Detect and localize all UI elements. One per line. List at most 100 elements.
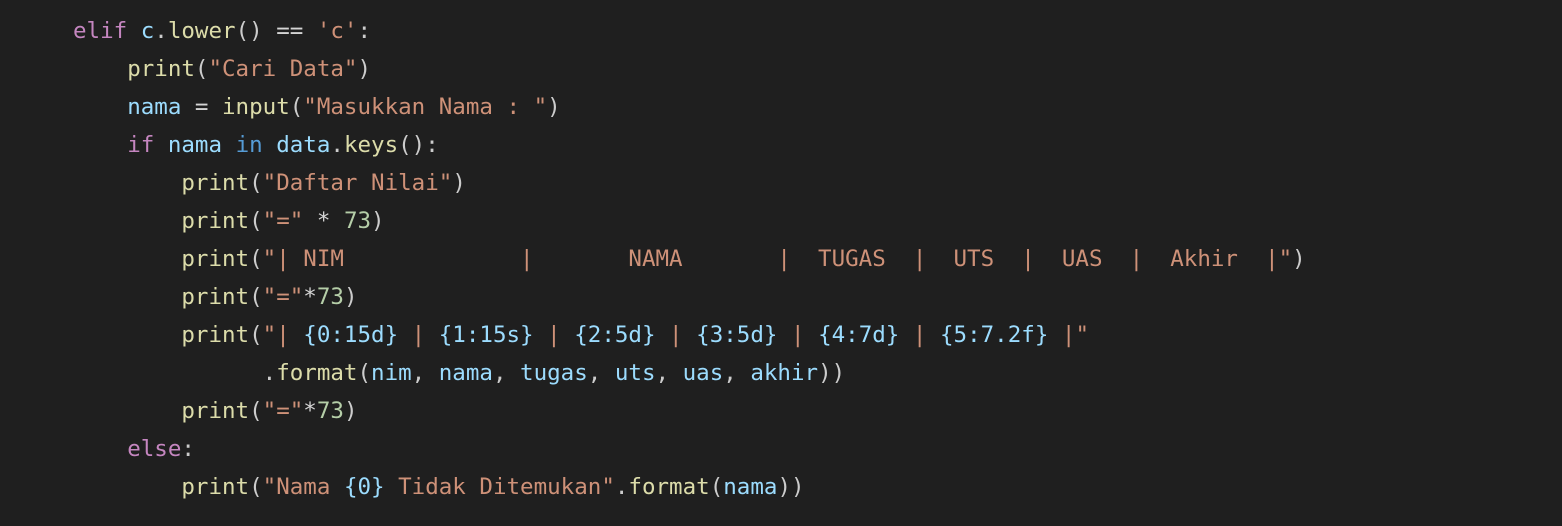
code-token: * [303, 284, 317, 310]
code-token: "Daftar Nilai" [262, 170, 453, 196]
code-token: ) [1292, 246, 1306, 272]
code-token: 73 [316, 398, 344, 424]
code-token: {5:7.2f} [940, 322, 1049, 348]
code-token: ) [343, 284, 358, 310]
code-block[interactable]: elif c.lower() == 'c': print("Cari Data"… [73, 12, 1306, 506]
code-token: c [140, 18, 155, 44]
code-token: uts [614, 360, 656, 386]
code-token: ) [357, 56, 372, 82]
code-token: | [655, 322, 697, 348]
code-line[interactable]: print("Daftar Nilai") [73, 164, 1306, 202]
code-token: {0} [343, 474, 385, 500]
code-token: | [777, 322, 819, 348]
code-line[interactable]: print("Cari Data") [73, 50, 1306, 88]
code-token: nama [167, 132, 223, 158]
code-token: 73 [316, 284, 344, 310]
code-token: )) [818, 360, 846, 386]
code-token: , [492, 360, 521, 386]
code-line[interactable]: else: [73, 430, 1306, 468]
code-token: akhir [750, 360, 819, 386]
code-token: : [357, 18, 372, 44]
code-line[interactable]: print("| {0:15d} | {1:15s} | {2:5d} | {3… [73, 316, 1306, 354]
code-token: "=" [262, 284, 304, 310]
code-token: , [587, 360, 615, 386]
code-token: print [181, 170, 250, 196]
code-token: 'c' [316, 18, 358, 44]
code-token: print [181, 398, 250, 424]
code-token: print [181, 474, 250, 500]
code-token: nim [371, 360, 412, 386]
code-token: {2:5d} [574, 322, 656, 348]
code-token: (): [398, 132, 439, 158]
code-token: |" [1048, 322, 1090, 348]
code-token: ( [249, 170, 263, 196]
code-token: ) [371, 208, 385, 234]
code-token: nama [438, 360, 493, 386]
code-token: data [276, 132, 331, 158]
code-token: , [411, 360, 439, 386]
code-token: {3:5d} [696, 322, 778, 348]
code-token: * [316, 208, 331, 234]
code-token: ( [249, 398, 263, 424]
code-token: if [127, 132, 155, 158]
code-token: format [276, 360, 358, 386]
code-line[interactable]: if nama in data.keys(): [73, 126, 1306, 164]
code-token: | [899, 322, 940, 348]
code-line[interactable]: elif c.lower() == 'c': [73, 12, 1306, 50]
code-token: 73 [343, 208, 372, 234]
code-token: "| [262, 322, 304, 348]
code-token: lower [167, 18, 236, 44]
code-line[interactable]: .format(nim, nama, tugas, uts, uas, akhi… [73, 354, 1306, 392]
code-editor[interactable]: elif c.lower() == 'c': print("Cari Data"… [0, 0, 1562, 526]
code-token: print [181, 284, 250, 310]
code-line[interactable]: print("| NIM | NAMA | TUGAS | UTS | UAS … [73, 240, 1306, 278]
code-line[interactable]: print("="*73) [73, 392, 1306, 430]
code-line[interactable]: print("Nama {0} Tidak Ditemukan".format(… [73, 468, 1306, 506]
code-token: ( [249, 246, 263, 272]
code-token: print [181, 246, 250, 272]
code-token: "Nama [262, 474, 344, 500]
code-token: ( [249, 208, 263, 234]
code-line[interactable]: nama = input("Masukkan Nama : ") [73, 88, 1306, 126]
code-token: | [398, 322, 439, 348]
code-token: ) [547, 94, 561, 120]
code-token: ( [249, 284, 263, 310]
code-token: () [235, 18, 277, 44]
code-token: | [533, 322, 575, 348]
code-token: ( [357, 360, 372, 386]
code-token: format [628, 474, 710, 500]
code-token: {4:7d} [818, 322, 900, 348]
code-token: else [127, 436, 182, 462]
code-token: . [262, 360, 277, 386]
code-token: {0:15d} [303, 322, 399, 348]
code-token: nama [723, 474, 778, 500]
code-token: "=" [262, 208, 304, 234]
code-token: : [181, 436, 195, 462]
code-token: "Masukkan Nama : " [303, 94, 548, 120]
code-token: nama [127, 94, 182, 120]
code-token: uas [682, 360, 724, 386]
code-line[interactable]: print("="*73) [73, 278, 1306, 316]
code-token: ( [194, 56, 209, 82]
code-token: , [655, 360, 683, 386]
code-token: == [276, 18, 304, 44]
code-line[interactable]: print("=" * 73) [73, 202, 1306, 240]
